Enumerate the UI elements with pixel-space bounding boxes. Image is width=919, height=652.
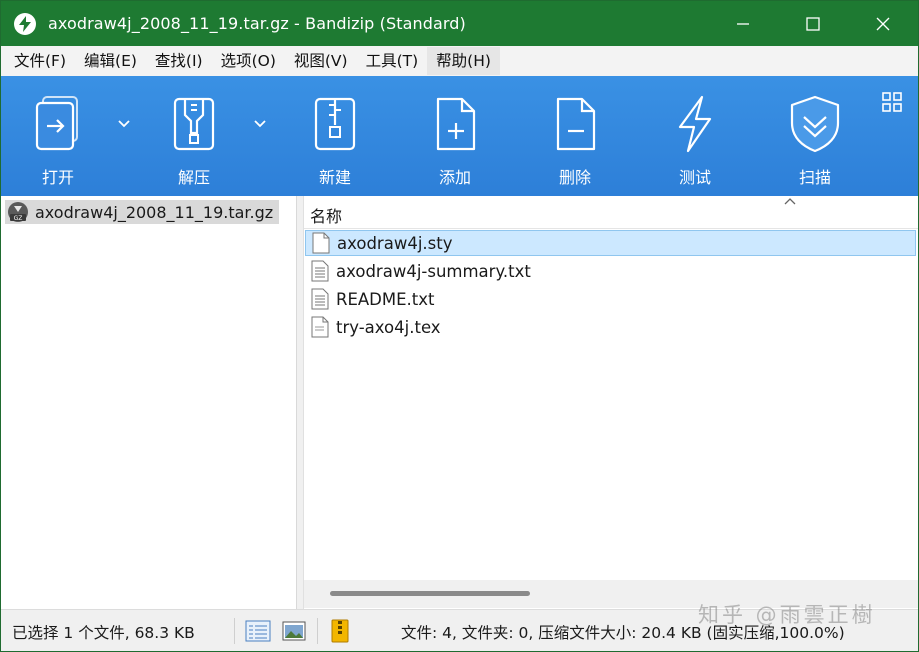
- file-name: axodraw4j.sty: [337, 233, 453, 253]
- preview-pane-icon: [282, 621, 306, 641]
- file-list-pane: 名称 axodraw4j.sty axodraw4j-summary.txt R…: [304, 196, 918, 609]
- add-button[interactable]: 添加: [424, 76, 486, 196]
- test-icon: [678, 95, 712, 153]
- archive-tree-pane: GZ axodraw4j_2008_11_19.tar.gz: [1, 196, 297, 609]
- menu-view[interactable]: 视图(V): [285, 47, 357, 75]
- open-button[interactable]: 打开: [27, 76, 89, 196]
- test-button[interactable]: 测试: [664, 76, 726, 196]
- scan-button-label: 扫描: [798, 168, 831, 187]
- status-divider: [317, 618, 318, 644]
- close-button[interactable]: [848, 1, 918, 46]
- sort-caret-up-icon: [784, 198, 796, 205]
- tree-item-archive[interactable]: GZ axodraw4j_2008_11_19.tar.gz: [5, 200, 280, 224]
- new-archive-button[interactable]: 新建: [304, 76, 366, 196]
- menu-edit[interactable]: 编辑(E): [75, 47, 146, 75]
- menu-help[interactable]: 帮助(H): [427, 47, 500, 75]
- delete-button-label: 删除: [558, 168, 591, 187]
- file-row[interactable]: axodraw4j-summary.txt: [305, 258, 916, 284]
- maximize-icon: [806, 16, 820, 31]
- pane-splitter[interactable]: [297, 196, 304, 609]
- gz-archive-icon: GZ: [8, 202, 28, 222]
- horizontal-scrollbar-thumb[interactable]: [330, 591, 530, 596]
- minimize-button[interactable]: [708, 1, 778, 46]
- details-view-button[interactable]: [243, 618, 273, 644]
- archive-info-icon: [331, 619, 349, 643]
- new-archive-button-label: 新建: [318, 168, 351, 187]
- delete-button[interactable]: 删除: [544, 76, 606, 196]
- delete-icon: [556, 97, 596, 151]
- window-title: axodraw4j_2008_11_19.tar.gz - Bandizip (…: [48, 14, 466, 33]
- column-header-name[interactable]: 名称: [304, 196, 918, 229]
- file-name: README.txt: [336, 289, 435, 309]
- extract-button[interactable]: 解压: [163, 76, 225, 196]
- grid-view-icon: [882, 92, 902, 112]
- preview-pane-button[interactable]: [279, 618, 309, 644]
- file-row[interactable]: README.txt: [305, 286, 916, 312]
- extract-dropdown-arrow[interactable]: [253, 114, 267, 133]
- text-file-icon: [311, 260, 329, 282]
- scan-button[interactable]: 扫描: [784, 76, 846, 196]
- open-button-label: 打开: [41, 168, 74, 187]
- open-icon: [35, 96, 78, 151]
- extract-icon: [173, 97, 215, 151]
- menu-find[interactable]: 查找(I): [146, 47, 212, 75]
- toolbar: 打开 解压 新建 添加 删除 测试 扫描: [1, 76, 918, 196]
- scan-icon: [790, 95, 840, 153]
- menu-options[interactable]: 选项(O): [212, 47, 285, 75]
- maximize-button[interactable]: [778, 1, 848, 46]
- title-bar: axodraw4j_2008_11_19.tar.gz - Bandizip (…: [1, 1, 918, 46]
- open-dropdown-arrow[interactable]: [117, 114, 131, 133]
- add-button-label: 添加: [438, 168, 471, 187]
- tree-item-label: axodraw4j_2008_11_19.tar.gz: [35, 202, 274, 222]
- minimize-icon: [737, 22, 749, 25]
- close-icon: [876, 17, 890, 30]
- extract-button-label: 解压: [177, 168, 210, 187]
- svg-text:GZ: GZ: [14, 215, 23, 222]
- bandizip-app-icon: [14, 12, 36, 35]
- add-icon: [436, 97, 476, 151]
- menu-file[interactable]: 文件(F): [5, 47, 75, 75]
- bandizip-window: axodraw4j_2008_11_19.tar.gz - Bandizip (…: [0, 0, 919, 652]
- toolbar-view-toggle[interactable]: [882, 92, 902, 116]
- menu-bar: 文件(F) 编辑(E) 查找(I) 选项(O) 视图(V) 工具(T) 帮助(H…: [1, 46, 918, 76]
- file-row[interactable]: try-axo4j.tex: [305, 314, 916, 340]
- file-name: try-axo4j.tex: [336, 317, 441, 337]
- status-divider: [234, 618, 235, 644]
- archive-info-button[interactable]: [325, 618, 355, 644]
- tex-file-icon: [311, 316, 329, 338]
- menu-tools[interactable]: 工具(T): [357, 47, 428, 75]
- new-archive-icon: [314, 97, 356, 151]
- details-view-icon: [245, 620, 271, 642]
- chevron-down-icon: [118, 120, 130, 128]
- column-header-label: 名称: [310, 207, 343, 226]
- selection-status: 已选择 1 个文件, 68.3 KB: [12, 624, 195, 642]
- blank-file-icon: [312, 232, 330, 254]
- file-name: axodraw4j-summary.txt: [336, 261, 531, 281]
- test-button-label: 测试: [678, 168, 711, 187]
- file-row[interactable]: axodraw4j.sty: [305, 230, 916, 256]
- watermark-text: 知乎 @雨雲正樹: [698, 603, 876, 627]
- chevron-down-icon: [254, 120, 266, 128]
- text-file-icon: [311, 288, 329, 310]
